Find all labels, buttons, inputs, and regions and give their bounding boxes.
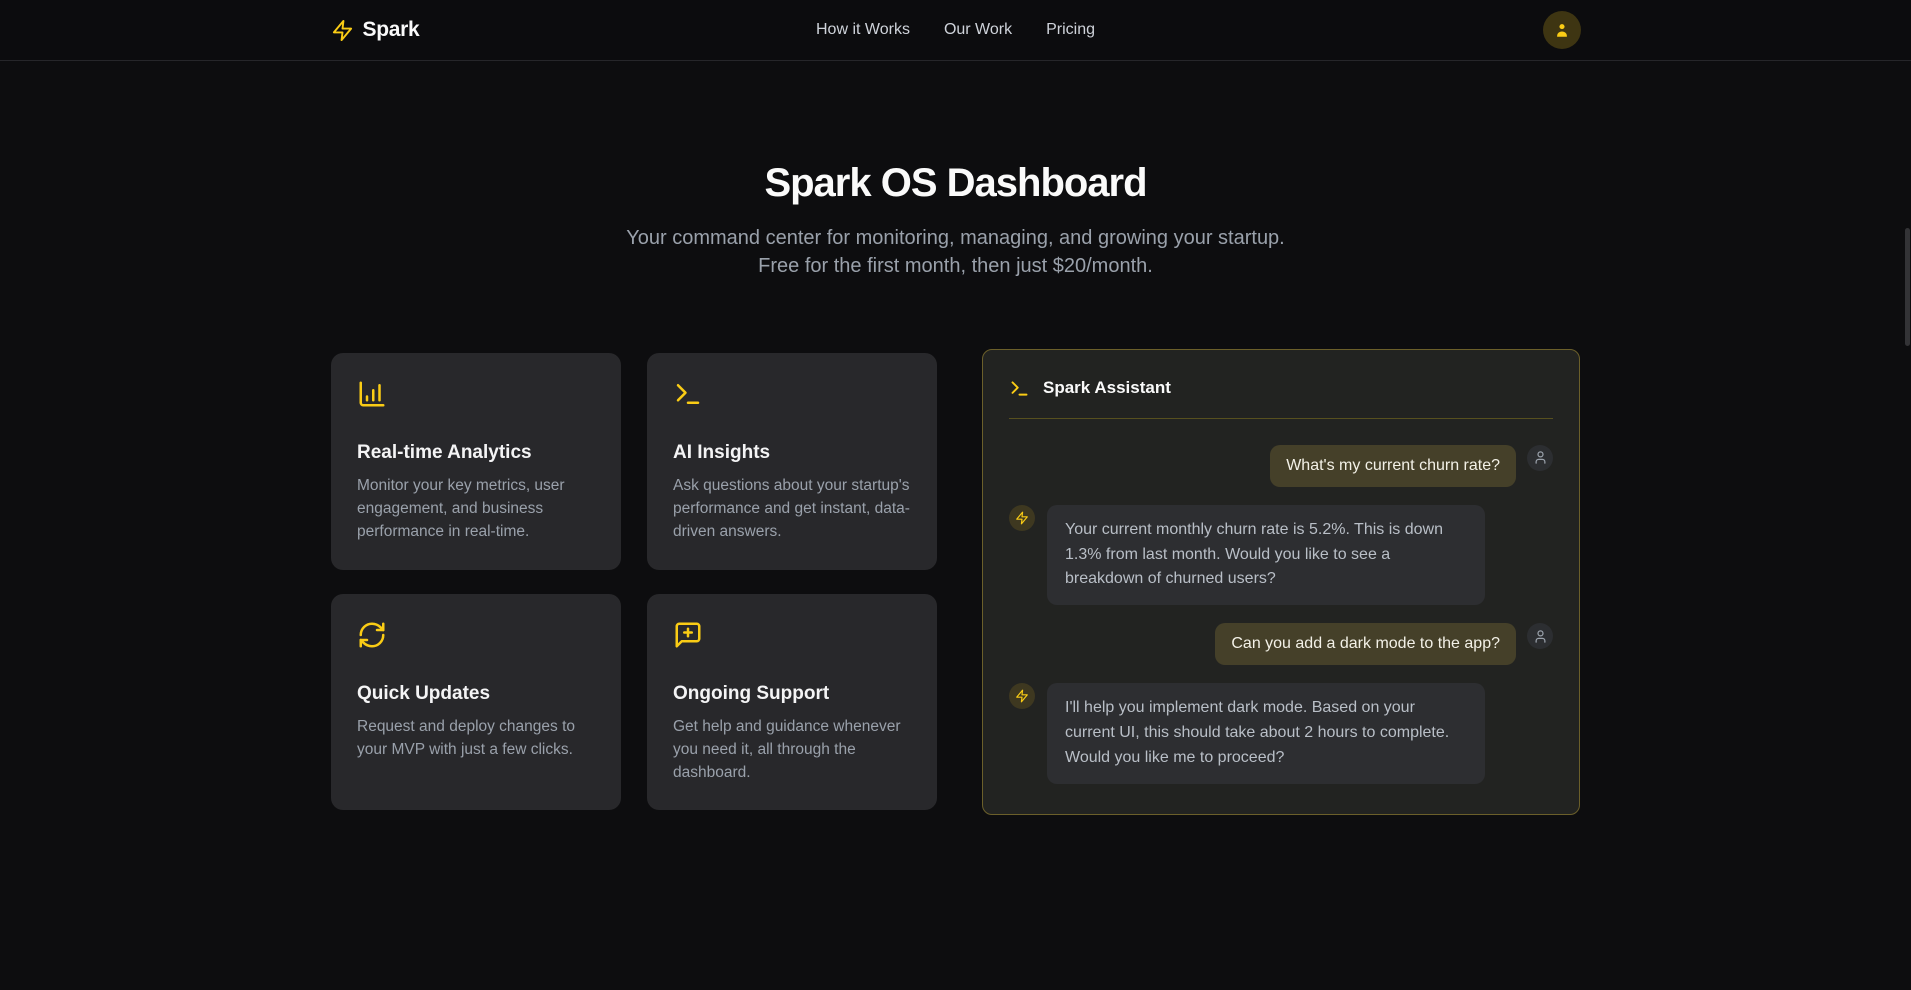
feature-title: Ongoing Support	[673, 683, 911, 705]
nav-link-pricing[interactable]: Pricing	[1046, 21, 1095, 39]
feature-title: Quick Updates	[357, 683, 595, 705]
main-nav: How it Works Our Work Pricing	[816, 21, 1095, 39]
bar-chart-icon	[357, 379, 387, 409]
assistant-header: Spark Assistant	[1009, 374, 1553, 401]
hero-section: Spark OS Dashboard Your command center f…	[0, 161, 1911, 281]
feature-card-realtime-analytics: Real-time Analytics Monitor your key met…	[331, 353, 621, 570]
user-icon	[1553, 21, 1571, 39]
feature-card-ai-insights: AI Insights Ask questions about your sta…	[647, 353, 937, 570]
feature-grid: Real-time Analytics Monitor your key met…	[331, 353, 937, 811]
nav-link-how-it-works[interactable]: How it Works	[816, 21, 910, 39]
assistant-message-row: I'll help you implement dark mode. Based…	[1009, 683, 1553, 783]
page-scrollbar[interactable]	[1905, 228, 1910, 346]
spark-avatar	[1009, 505, 1035, 531]
page-title: Spark OS Dashboard	[0, 161, 1911, 206]
message-list: What's my current churn rate? Your curre…	[1009, 445, 1553, 784]
user-message-bubble: What's my current churn rate?	[1270, 445, 1516, 487]
feature-card-ongoing-support: Ongoing Support Get help and guidance wh…	[647, 594, 937, 811]
assistant-message-row: Your current monthly churn rate is 5.2%.…	[1009, 505, 1553, 605]
user-avatar	[1527, 623, 1553, 649]
user-message-bubble: Can you add a dark mode to the app?	[1215, 623, 1516, 665]
user-message-row: What's my current churn rate?	[1009, 445, 1553, 487]
brand-name: Spark	[363, 18, 420, 42]
assistant-message-bubble: I'll help you implement dark mode. Based…	[1047, 683, 1485, 783]
spark-assistant-panel: Spark Assistant What's my current churn …	[982, 349, 1580, 815]
spark-avatar	[1009, 683, 1035, 709]
assistant-message-bubble: Your current monthly churn rate is 5.2%.…	[1047, 505, 1485, 605]
assistant-title: Spark Assistant	[1043, 378, 1171, 398]
message-square-plus-icon	[673, 620, 703, 650]
user-avatar	[1527, 445, 1553, 471]
feature-description: Monitor your key metrics, user engagemen…	[357, 474, 595, 544]
nav-link-our-work[interactable]: Our Work	[944, 21, 1012, 39]
terminal-icon	[1009, 378, 1030, 399]
zap-icon	[331, 19, 354, 42]
feature-card-quick-updates: Quick Updates Request and deploy changes…	[331, 594, 621, 811]
profile-avatar-button[interactable]	[1543, 11, 1581, 49]
user-message-row: Can you add a dark mode to the app?	[1009, 623, 1553, 665]
brand-logo[interactable]: Spark	[331, 18, 420, 42]
divider	[1009, 418, 1553, 419]
refresh-icon	[357, 620, 387, 650]
main-content: Real-time Analytics Monitor your key met…	[331, 349, 1581, 815]
top-navbar: Spark How it Works Our Work Pricing	[0, 0, 1911, 61]
feature-description: Ask questions about your startup's perfo…	[673, 474, 911, 544]
page-subtitle: Your command center for monitoring, mana…	[606, 224, 1306, 281]
feature-title: Real-time Analytics	[357, 442, 595, 464]
terminal-icon	[673, 379, 703, 409]
feature-title: AI Insights	[673, 442, 911, 464]
feature-description: Get help and guidance whenever you need …	[673, 715, 911, 785]
feature-description: Request and deploy changes to your MVP w…	[357, 715, 595, 762]
